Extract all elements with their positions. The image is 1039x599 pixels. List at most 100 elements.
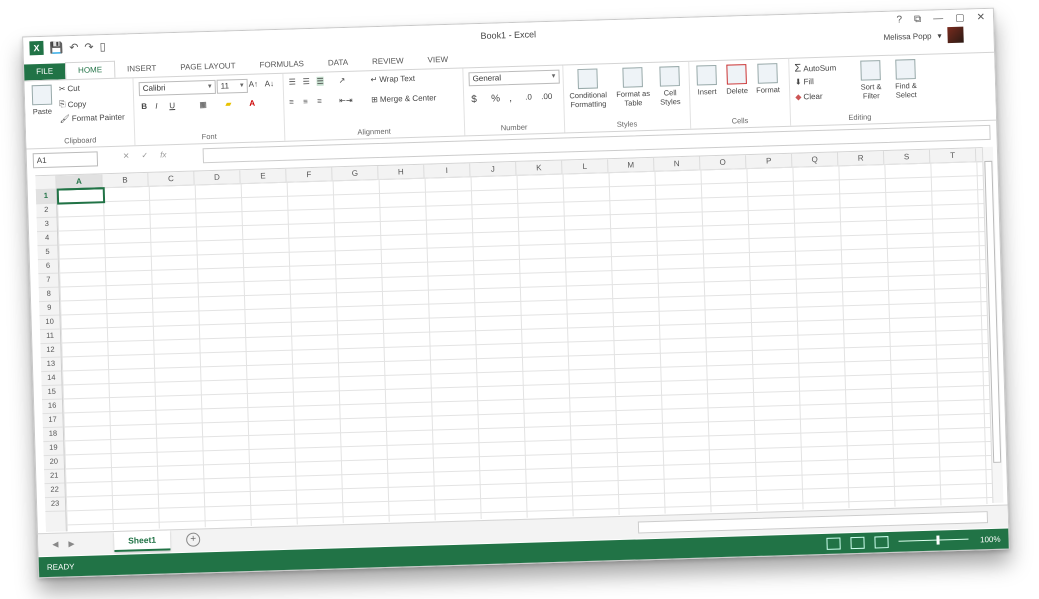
format-button[interactable]: Format xyxy=(752,63,783,95)
indent-icon[interactable]: ⇤⇥ xyxy=(339,96,353,105)
clipboard-group: Paste ✂ Cut ⎘ Copy 🖌 Format Painter Clipboa… xyxy=(24,78,136,149)
eraser-icon: ◆ xyxy=(795,92,802,102)
row-header-23[interactable]: 23 xyxy=(44,496,66,513)
cell-styles-label: Cell Styles xyxy=(660,88,681,107)
select-all-corner[interactable] xyxy=(35,175,57,190)
italic-button[interactable]: I xyxy=(155,102,158,111)
copy-icon: ⎘ xyxy=(59,99,66,109)
border-icon[interactable]: ▦ xyxy=(199,100,207,109)
zoom-slider-thumb[interactable] xyxy=(936,535,940,545)
align-middle-icon[interactable]: ☰ xyxy=(303,77,310,86)
cancel-icon[interactable]: ✕ xyxy=(123,151,130,160)
wrap-text-button[interactable]: ↵ Wrap Text xyxy=(370,74,415,84)
table-icon xyxy=(622,67,643,88)
merge-icon: ⊞ xyxy=(371,95,379,105)
chevron-down-icon: ▼ xyxy=(206,83,213,91)
tab-home[interactable]: HOME xyxy=(64,60,116,80)
page-layout-view-icon[interactable] xyxy=(850,536,865,550)
font-color-icon[interactable]: A xyxy=(249,99,255,108)
enter-icon[interactable]: ✓ xyxy=(141,151,148,160)
insert-button[interactable]: Insert xyxy=(692,64,721,97)
name-box[interactable]: A1 xyxy=(32,151,99,169)
close-button[interactable]: ✕ xyxy=(976,12,985,23)
comma-button[interactable]: , xyxy=(509,93,512,104)
delete-cells-icon xyxy=(726,64,747,85)
paste-button[interactable]: Paste xyxy=(29,84,56,117)
font-group-label: Font xyxy=(201,131,217,142)
next-sheet-icon[interactable]: ▶ xyxy=(68,539,74,548)
zoom-slider[interactable] xyxy=(898,535,969,545)
editing-group: Σ AutoSum ⬇ Fill ◆ Clear Sort & Filter Find… xyxy=(788,55,930,126)
fill-button[interactable]: ⬇ Fill xyxy=(795,77,814,87)
sort-filter-icon xyxy=(860,60,881,81)
status-text: READY xyxy=(46,562,75,573)
format-painter-button[interactable]: 🖌 Format Painter xyxy=(60,113,125,124)
find-select-label: Find & Select xyxy=(895,81,917,100)
active-cell[interactable] xyxy=(56,187,106,205)
font-name-select[interactable]: Calibri ▼ xyxy=(138,79,216,97)
delete-label: Delete xyxy=(726,86,749,96)
sheet-navigation: ◀ ▶ xyxy=(52,539,75,549)
cell-styles-button[interactable]: Cell Styles xyxy=(654,66,685,107)
normal-view-icon[interactable] xyxy=(826,537,841,550)
clipboard-group-label: Clipboard xyxy=(64,135,97,146)
styles-group-label: Styles xyxy=(616,119,638,129)
minimize-button[interactable]: — xyxy=(933,13,943,24)
ribbon-display-button[interactable]: ⧉ xyxy=(914,14,921,25)
merge-center-button[interactable]: ⊞ Merge & Center xyxy=(371,93,436,104)
decrease-decimal-icon[interactable]: .00 xyxy=(541,92,552,101)
align-right-icon[interactable]: ≡ xyxy=(317,97,322,106)
brush-icon: 🖌 xyxy=(59,114,70,124)
font-size-select[interactable]: 11 ▼ xyxy=(216,78,248,94)
delete-button[interactable]: Delete xyxy=(722,64,751,96)
previous-sheet-icon[interactable]: ◀ xyxy=(52,540,58,549)
clear-button[interactable]: ◆ Clear xyxy=(795,92,823,102)
view-buttons xyxy=(826,536,889,550)
bold-button[interactable]: B xyxy=(141,102,147,111)
copy-button[interactable]: ⎘ Copy xyxy=(59,99,86,110)
alignment-group-label: Alignment xyxy=(357,126,391,137)
conditional-formatting-button[interactable]: Conditional Formatting xyxy=(564,68,611,109)
number-format-select[interactable]: General ▼ xyxy=(468,69,560,87)
sort-filter-button[interactable]: Sort & Filter xyxy=(854,60,887,101)
tab-insert[interactable]: INSERT xyxy=(115,60,169,78)
autosum-button[interactable]: Σ AutoSum xyxy=(794,61,836,74)
format-label: Format xyxy=(756,85,781,95)
shrink-font-button[interactable]: A↓ xyxy=(265,79,275,88)
format-as-table-button[interactable]: Format as Table xyxy=(612,67,653,108)
fill-color-icon[interactable]: ▰ xyxy=(225,99,231,108)
insert-function-icon[interactable]: fx xyxy=(160,150,166,159)
currency-button[interactable]: $ xyxy=(471,94,477,105)
add-sheet-button[interactable]: + xyxy=(185,532,201,547)
align-bottom-icon[interactable]: ☰ xyxy=(316,76,324,86)
wrap-icon: ↵ xyxy=(370,75,378,85)
tab-view[interactable]: VIEW xyxy=(415,52,460,69)
binoculars-icon xyxy=(895,59,916,80)
cut-button[interactable]: ✂ Cut xyxy=(59,84,80,94)
formula-buttons: ✕ ✓ fx xyxy=(123,150,167,160)
grow-font-button[interactable]: A↑ xyxy=(249,80,259,89)
editing-group-label: Editing xyxy=(848,112,872,123)
align-top-icon[interactable]: ☰ xyxy=(289,77,296,86)
align-left-icon[interactable]: ≡ xyxy=(289,98,294,107)
underline-button[interactable]: U xyxy=(169,101,175,110)
sheet-tab-sheet1[interactable]: Sheet1 xyxy=(113,530,171,553)
align-center-icon[interactable]: ≡ xyxy=(303,97,308,106)
styles-group: Conditional Formatting Format as Table C… xyxy=(562,61,692,133)
find-select-button[interactable]: Find & Select xyxy=(888,59,923,100)
maximize-button[interactable]: ▢ xyxy=(955,13,965,24)
tab-review[interactable]: REVIEW xyxy=(360,53,416,71)
page-break-view-icon[interactable] xyxy=(874,536,889,549)
increase-decimal-icon[interactable]: .0 xyxy=(525,92,532,101)
percent-button[interactable]: % xyxy=(491,93,500,104)
help-button[interactable]: ? xyxy=(896,14,902,25)
conditional-formatting-label: Conditional Formatting xyxy=(569,90,608,110)
number-group-label: Number xyxy=(500,122,528,133)
cell-area[interactable] xyxy=(56,161,996,532)
tab-data[interactable]: DATA xyxy=(316,55,361,72)
merge-center-label: Merge & Center xyxy=(379,93,437,104)
font-name-value: Calibri xyxy=(142,83,166,93)
tab-file[interactable]: FILE xyxy=(24,63,66,81)
orientation-icon[interactable]: ↗ xyxy=(338,76,345,85)
zoom-level[interactable]: 100% xyxy=(980,535,1001,545)
